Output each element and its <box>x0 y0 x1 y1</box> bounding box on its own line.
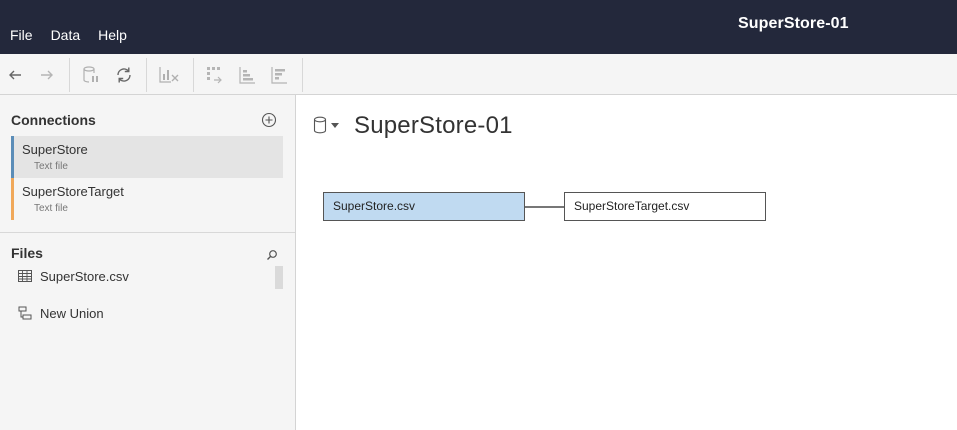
table-card-superstoretarget[interactable]: SuperStoreTarget.csv <box>564 192 766 221</box>
file-label: New Union <box>40 305 104 321</box>
sort-ascending-icon <box>239 67 255 84</box>
toolbar-separator <box>302 58 303 92</box>
clear-sheet-button[interactable] <box>158 64 180 86</box>
table-card-superstore[interactable]: SuperStore.csv <box>323 192 525 221</box>
connection-name: SuperStore <box>22 142 88 157</box>
pause-update-icon <box>83 66 98 83</box>
join-canvas: SuperStore-01 SuperStore.csv SuperStoreT… <box>297 95 957 430</box>
forward-button[interactable] <box>36 64 58 86</box>
sort-ascending-button[interactable] <box>236 64 258 86</box>
clear-sheet-icon <box>159 67 179 83</box>
forward-arrow-icon <box>41 70 53 80</box>
toolbar-separator <box>69 58 70 92</box>
connection-type: Text file <box>34 203 68 214</box>
back-button[interactable] <box>4 64 26 86</box>
sidebar-divider <box>0 232 295 233</box>
toolbar-separator <box>193 58 194 92</box>
sort-descending-icon <box>271 67 287 84</box>
connection-item-superstoretarget[interactable]: SuperStoreTarget Text file <box>11 178 283 220</box>
search-files-button[interactable] <box>266 248 278 260</box>
union-icon <box>18 306 32 320</box>
menu-file[interactable]: File <box>0 26 42 44</box>
connection-item-superstore[interactable]: SuperStore Text file <box>11 136 283 178</box>
refresh-button[interactable] <box>113 64 135 86</box>
connection-color-bar <box>11 178 14 220</box>
file-item-new-union[interactable]: New Union <box>18 303 104 323</box>
search-icon <box>267 250 277 260</box>
table-grid-icon <box>18 270 32 282</box>
swap-icon <box>207 67 222 84</box>
chevron-down-icon[interactable] <box>331 123 339 128</box>
file-label: SuperStore.csv <box>40 268 129 284</box>
toolbar-separator <box>146 58 147 92</box>
add-connection-button[interactable] <box>261 112 277 128</box>
menu-bar: File Data Help <box>0 26 136 44</box>
add-circle-icon <box>261 112 277 128</box>
connections-title: Connections <box>11 112 96 128</box>
toolbar <box>0 54 957 95</box>
join-connector[interactable] <box>525 206 564 208</box>
window-title: SuperStore-01 <box>738 15 849 32</box>
sort-descending-button[interactable] <box>268 64 290 86</box>
refresh-icon <box>117 67 131 83</box>
connection-type: Text file <box>34 161 68 172</box>
files-scrollbar[interactable] <box>275 266 283 289</box>
top-bar: File Data Help SuperStore-01 <box>0 0 957 54</box>
menu-help[interactable]: Help <box>89 26 136 44</box>
swap-button[interactable] <box>204 64 226 86</box>
app-window: File Data Help SuperStore-01 Connections… <box>0 0 957 430</box>
pause-updates-button[interactable] <box>80 64 102 86</box>
files-title: Files <box>11 245 43 261</box>
datasource-title[interactable]: SuperStore-01 <box>354 112 513 140</box>
connection-color-bar <box>11 136 14 178</box>
menu-data[interactable]: Data <box>42 26 90 44</box>
back-arrow-icon <box>9 70 21 80</box>
connection-name: SuperStoreTarget <box>22 184 124 199</box>
file-item-superstore-csv[interactable]: SuperStore.csv <box>18 266 129 286</box>
datasource-cylinder-icon[interactable] <box>313 116 327 134</box>
data-sidebar: Connections SuperStore Text file SuperSt… <box>0 95 296 430</box>
